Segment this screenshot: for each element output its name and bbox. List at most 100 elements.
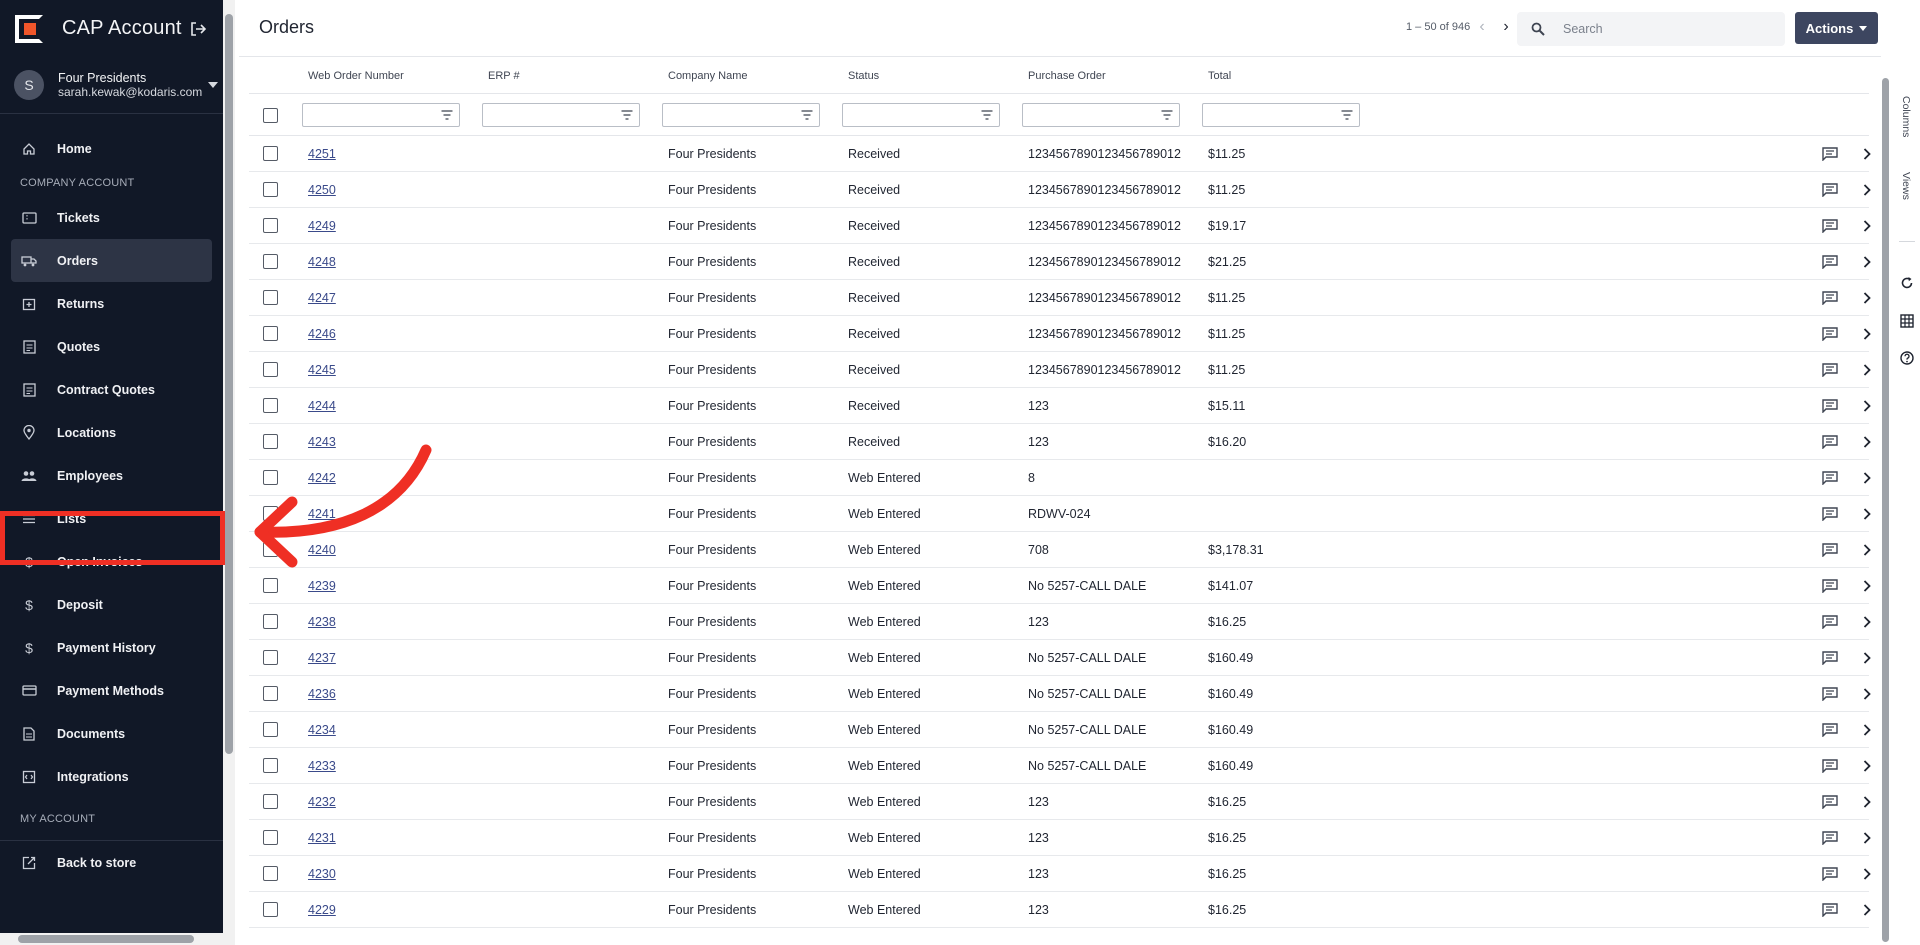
- column-header[interactable]: Web Order Number: [308, 70, 404, 82]
- filter-input[interactable]: [662, 103, 820, 127]
- chevron-right-icon[interactable]: [1862, 255, 1872, 269]
- filter-icon[interactable]: [981, 110, 993, 120]
- table-row[interactable]: 4239 Four Presidents Web Entered No 5257-CA…: [249, 568, 1871, 604]
- views-panel-tab[interactable]: Views: [1900, 172, 1912, 200]
- chevron-right-icon[interactable]: [1862, 831, 1872, 845]
- grid-icon[interactable]: [1900, 314, 1914, 328]
- row-checkbox[interactable]: [263, 182, 278, 197]
- chevron-right-icon[interactable]: [1862, 903, 1872, 917]
- row-checkbox[interactable]: [263, 686, 278, 701]
- sidebar-item-home[interactable]: Home: [0, 127, 223, 170]
- comment-icon[interactable]: [1822, 363, 1838, 377]
- comment-icon[interactable]: [1822, 183, 1838, 197]
- chevron-right-icon[interactable]: [1862, 363, 1872, 377]
- sidebar-item-quotes[interactable]: Quotes: [0, 325, 223, 368]
- actions-button[interactable]: Actions: [1795, 12, 1878, 44]
- sidebar-horizontal-scrollbar[interactable]: [0, 933, 223, 945]
- comment-icon[interactable]: [1822, 435, 1838, 449]
- comment-icon[interactable]: [1822, 291, 1838, 305]
- chevron-right-icon[interactable]: ›: [1497, 16, 1515, 38]
- filter-icon[interactable]: [801, 110, 813, 120]
- chevron-right-icon[interactable]: [1862, 795, 1872, 809]
- comment-icon[interactable]: [1822, 687, 1838, 701]
- row-checkbox[interactable]: [263, 362, 278, 377]
- column-header[interactable]: Total: [1208, 70, 1231, 82]
- sidebar-item-returns[interactable]: Returns: [0, 282, 223, 325]
- order-number-link[interactable]: 4229: [308, 903, 336, 917]
- chevron-right-icon[interactable]: [1862, 435, 1872, 449]
- order-number-link[interactable]: 4245: [308, 363, 336, 377]
- order-number-link[interactable]: 4237: [308, 651, 336, 665]
- comment-icon[interactable]: [1822, 867, 1838, 881]
- comment-icon[interactable]: [1822, 831, 1838, 845]
- comment-icon[interactable]: [1822, 759, 1838, 773]
- table-row[interactable]: 4243 Four Presidents Received 123 $16.20: [249, 424, 1872, 460]
- row-checkbox[interactable]: [263, 398, 278, 413]
- sidebar-item-integrations[interactable]: Integrations: [0, 755, 223, 798]
- order-number-link[interactable]: 4251: [308, 147, 336, 161]
- row-checkbox[interactable]: [263, 830, 278, 845]
- chevron-left-icon[interactable]: ‹: [1473, 16, 1491, 38]
- chevron-right-icon[interactable]: [1862, 723, 1872, 737]
- comment-icon[interactable]: [1822, 255, 1838, 269]
- user-menu[interactable]: S Four Presidents sarah.kewak@kodaris.co…: [0, 57, 223, 114]
- comment-icon[interactable]: [1822, 399, 1838, 413]
- order-number-link[interactable]: 4234: [308, 723, 336, 737]
- table-row[interactable]: 4236 Four Presidents Web Entered No 5257-CA…: [249, 676, 1872, 712]
- sidebar-item-orders[interactable]: Orders: [11, 239, 212, 282]
- chevron-right-icon[interactable]: [1862, 759, 1872, 773]
- chevron-right-icon[interactable]: [1862, 147, 1872, 161]
- comment-icon[interactable]: [1822, 543, 1838, 557]
- row-checkbox[interactable]: [263, 254, 278, 269]
- filter-input[interactable]: [1022, 103, 1180, 127]
- table-row[interactable]: 4229 Four Presidents Web Entered 123 $16.25: [249, 892, 1872, 928]
- comment-icon[interactable]: [1822, 471, 1838, 485]
- search-input[interactable]: [1563, 22, 1763, 36]
- table-row[interactable]: 4244 Four Presidents Received 123 $15.11: [249, 388, 1872, 424]
- chevron-right-icon[interactable]: [1862, 651, 1872, 665]
- row-checkbox[interactable]: [263, 794, 278, 809]
- chevron-right-icon[interactable]: [1862, 219, 1872, 233]
- back-to-store-link[interactable]: Back to store: [0, 841, 223, 884]
- sidebar-item-contract-quotes[interactable]: Contract Quotes: [0, 368, 223, 411]
- order-number-link[interactable]: 4236: [308, 687, 336, 701]
- filter-icon[interactable]: [441, 110, 453, 120]
- row-checkbox[interactable]: [263, 758, 278, 773]
- table-vertical-scrollbar[interactable]: [1881, 72, 1889, 945]
- comment-icon[interactable]: [1822, 219, 1838, 233]
- row-checkbox[interactable]: [263, 650, 278, 665]
- row-checkbox[interactable]: [263, 218, 278, 233]
- table-row[interactable]: 4248 Four Presidents Received 1234567890123…: [249, 244, 1872, 280]
- table-row[interactable]: 4234 Four Presidents Web Entered No 5257-CA…: [249, 712, 1872, 748]
- order-number-link[interactable]: 4239: [308, 579, 336, 593]
- sidebar-item-deposit[interactable]: $ Deposit: [0, 583, 223, 626]
- comment-icon[interactable]: [1822, 147, 1838, 161]
- comment-icon[interactable]: [1822, 723, 1838, 737]
- order-number-link[interactable]: 4238: [308, 615, 336, 629]
- chevron-right-icon[interactable]: [1862, 399, 1872, 413]
- order-number-link[interactable]: 4233: [308, 759, 336, 773]
- table-row[interactable]: 4250 Four Presidents Received 1234567890123…: [249, 172, 1872, 208]
- column-header[interactable]: Purchase Order: [1028, 70, 1106, 82]
- order-number-link[interactable]: 4246: [308, 327, 336, 341]
- comment-icon[interactable]: [1822, 579, 1838, 593]
- filter-icon[interactable]: [621, 110, 633, 120]
- comment-icon[interactable]: [1822, 903, 1838, 917]
- comment-icon[interactable]: [1822, 327, 1838, 341]
- table-row[interactable]: 4233 Four Presidents Web Entered No 5257-CA…: [249, 748, 1872, 784]
- table-row[interactable]: 4242 Four Presidents Web Entered 8: [249, 460, 1871, 496]
- filter-input[interactable]: [302, 103, 460, 127]
- help-icon[interactable]: [1900, 351, 1914, 365]
- row-checkbox[interactable]: [263, 578, 278, 593]
- order-number-link[interactable]: 4247: [308, 291, 336, 305]
- order-number-link[interactable]: 4230: [308, 867, 336, 881]
- refresh-icon[interactable]: [1900, 276, 1914, 290]
- comment-icon[interactable]: [1822, 615, 1838, 629]
- sidebar-item-payment-methods[interactable]: Payment Methods: [0, 669, 223, 712]
- chevron-right-icon[interactable]: [1862, 327, 1872, 341]
- column-header[interactable]: Company Name: [668, 70, 747, 82]
- chevron-right-icon[interactable]: [1862, 687, 1872, 701]
- chevron-right-icon[interactable]: [1862, 867, 1872, 881]
- chevron-right-icon[interactable]: [1862, 183, 1872, 197]
- row-checkbox[interactable]: [263, 326, 278, 341]
